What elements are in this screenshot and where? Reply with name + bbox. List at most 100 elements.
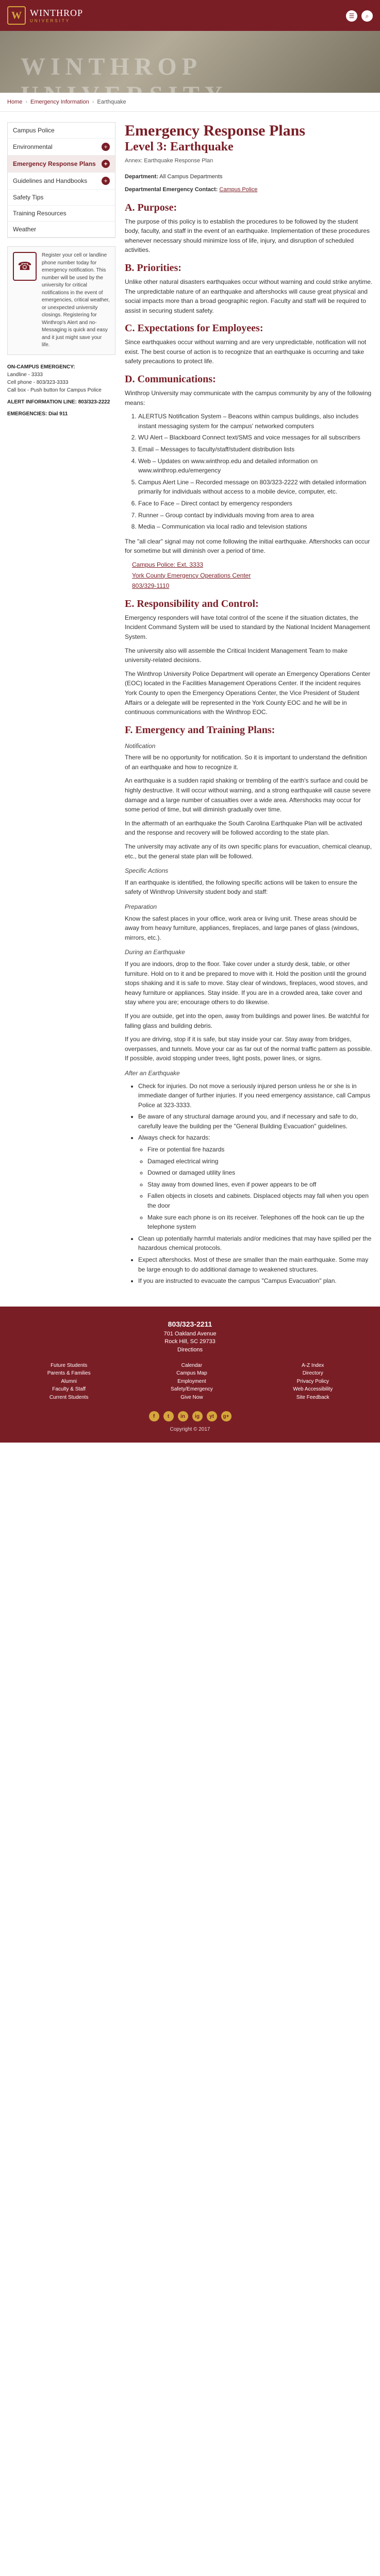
facebook-icon[interactable]: f (148, 1411, 159, 1422)
footer-link[interactable]: Future Students (47, 1362, 91, 1370)
list-item: Runner – Group contact by individuals mo… (138, 511, 373, 520)
subsection-heading: During an Earthquake (125, 948, 185, 956)
section-paragraph: In the aftermath of an earthquake the So… (125, 819, 362, 837)
section-paragraph: The Winthrop University Police Departmen… (125, 670, 371, 716)
list-item: ALERTUS Notification System – Beacons wi… (138, 412, 373, 431)
section-heading: B. Priorities: (125, 262, 181, 274)
expand-plus-icon[interactable]: + (102, 177, 110, 185)
footer-link[interactable]: Web Accessibility (293, 1386, 333, 1394)
university-logo[interactable]: W WINTHROP UNIVERSITY (7, 6, 83, 25)
phone-link[interactable]: 803/329-1110 (132, 582, 169, 589)
footer-directions-link[interactable]: Directions (7, 1346, 373, 1354)
logo-mark-icon: W (7, 6, 26, 25)
sidebar-item[interactable]: Training Resources (8, 206, 115, 222)
section-paragraph: Know the safest places in your office, w… (125, 914, 359, 941)
sidebar: Campus Police Environmental + Emergency Res… (7, 122, 115, 1291)
list-item: Campus Alert Line – Recorded message on … (138, 478, 373, 497)
section-paragraph: There will be no opportunity for notific… (125, 754, 367, 771)
section-heading: F. Emergency and Training Plans: (125, 724, 275, 736)
sidebar-item[interactable]: Environmental + (8, 139, 115, 156)
phone-link[interactable]: York County Emergency Operations Center (132, 572, 251, 579)
section-paragraph: The university may activate any of its o… (125, 843, 372, 860)
contact-link[interactable]: Campus Police (219, 187, 257, 193)
footer-phone[interactable]: 803/323-2211 (7, 1320, 373, 1328)
section-paragraph: The purpose of this policy is to establi… (125, 217, 370, 254)
section-paragraph: The university also will assemble the Cr… (125, 647, 348, 664)
list-item-text: Expect aftershocks. Most of these are sm… (138, 1256, 369, 1273)
list-item: Email – Messages to faculty/staff/studen… (138, 445, 373, 454)
footer-link[interactable]: Campus Map (171, 1370, 213, 1378)
banner-text: WINTHROP UNIVERSITY (21, 53, 222, 93)
contact-label: EMERGENCIES: Dial 911 (7, 411, 68, 417)
footer-link[interactable]: Calendar (171, 1362, 213, 1370)
list-item: Expect aftershocks. Most of these are sm… (138, 1255, 373, 1274)
footer-link[interactable]: Give Now (171, 1394, 213, 1402)
list-item: Damaged electrical wiring (147, 1157, 373, 1166)
alert-registration-text: Register your cell or landline phone num… (42, 252, 110, 348)
footer-link[interactable]: Privacy Policy (293, 1378, 333, 1386)
sidebar-item[interactable]: Weather (8, 222, 115, 238)
sidebar-item[interactable]: Safety Tips (8, 190, 115, 206)
communication-methods-list: ALERTUS Notification System – Beacons wi… (138, 412, 373, 532)
phone-list: Campus Police: Ext. 3333 York County Emer… (132, 560, 373, 591)
footer-link[interactable]: Safety/Emergency (171, 1386, 213, 1394)
section-heading: D. Communications: (125, 374, 216, 385)
menu-icon[interactable]: ☰ (346, 10, 357, 22)
phone-link[interactable]: Campus Police: Ext. 3333 (132, 561, 203, 568)
subsection-heading: Specific Actions (125, 867, 169, 875)
footer-link[interactable]: Site Feedback (293, 1394, 333, 1402)
contact-label: ON-CAMPUS EMERGENCY: (7, 364, 75, 370)
footer-link[interactable]: Parents & Families (47, 1370, 91, 1378)
list-item: Fallen objects in closets and cabinets. … (147, 1191, 373, 1210)
sidebar-item[interactable]: Campus Police (8, 123, 115, 139)
emergency-contacts: ON-CAMPUS EMERGENCY: Landline - 3333 Cell … (7, 363, 115, 418)
footer-link[interactable]: Alumni (47, 1378, 91, 1386)
contact-line: Cell phone - 803/323-3333 (7, 379, 69, 385)
department-label: Department: (125, 174, 158, 180)
sidebar-item-label: Environmental (13, 143, 53, 150)
list-item-text: Clean up potentially harmful materials a… (138, 1234, 372, 1252)
subsection-heading: Preparation (125, 903, 157, 910)
main-content: Emergency Response Plans Level 3: Earthq… (125, 122, 373, 1291)
footer-link[interactable]: Employment (171, 1378, 213, 1386)
google-plus-icon[interactable]: g+ (221, 1411, 232, 1422)
sidebar-item-label: Weather (13, 226, 37, 233)
breadcrumb-home[interactable]: Home (7, 99, 22, 105)
annex-label: Annex: Earthquake Response Plan (125, 158, 213, 164)
contact-line: Call box - Push button for Campus Police (7, 387, 102, 393)
section-paragraph: Unlike other natural disasters earthquak… (125, 278, 373, 314)
linkedin-icon[interactable]: in (177, 1411, 188, 1422)
section-paragraph: Emergency responders will have total con… (125, 614, 370, 640)
section-paragraph: An earthquake is a sudden rapid shaking … (125, 777, 371, 814)
list-item: Fire or potential fire hazards (147, 1145, 373, 1155)
youtube-icon[interactable]: yt (206, 1411, 217, 1422)
section-heading: C. Expectations for Employees: (125, 323, 263, 334)
twitter-icon[interactable]: t (163, 1411, 174, 1422)
hazard-list: Fire or potential fire hazards Damaged el… (147, 1145, 373, 1232)
sidebar-item[interactable]: Guidelines and Handbooks + (8, 173, 115, 190)
breadcrumb-separator: › (25, 99, 28, 105)
expand-plus-icon[interactable]: + (102, 143, 110, 151)
footer-link[interactable]: A-Z Index (293, 1362, 333, 1370)
breadcrumb-emergency-info[interactable]: Emergency Information (30, 99, 89, 105)
instagram-icon[interactable]: ig (192, 1411, 203, 1422)
list-item: Make sure each phone is on its receiver.… (147, 1213, 373, 1232)
page-subtitle: Level 3: Earthquake (125, 140, 234, 154)
footer-link[interactable]: Directory (293, 1370, 333, 1378)
alert-registration-box[interactable]: ☎ Register your cell or landline phone n… (7, 246, 115, 355)
phone-list-item: Campus Police: Ext. 3333 (132, 560, 373, 570)
sidebar-item-label: Safety Tips (13, 194, 44, 201)
sidebar-nav: Campus Police Environmental + Emergency Res… (7, 122, 115, 238)
search-icon[interactable]: ⌕ (361, 10, 373, 22)
sidebar-item[interactable]: Emergency Response Plans + (8, 156, 115, 173)
social-links: f t in ig yt g+ (7, 1411, 373, 1422)
logo-subtext: UNIVERSITY (30, 18, 71, 23)
expand-plus-icon[interactable]: + (102, 160, 110, 168)
footer-link[interactable]: Current Students (47, 1394, 91, 1402)
list-item-text: Be aware of any structural damage around… (138, 1113, 358, 1130)
contact-label: Departmental Emergency Contact: (125, 187, 218, 193)
section-paragraph: Since earthquakes occur without warning … (125, 338, 367, 365)
footer-link[interactable]: Faculty & Staff (47, 1386, 91, 1394)
copyright: Copyright © 2017 (170, 1427, 210, 1433)
page-title: Emergency Response Plans (125, 122, 305, 139)
